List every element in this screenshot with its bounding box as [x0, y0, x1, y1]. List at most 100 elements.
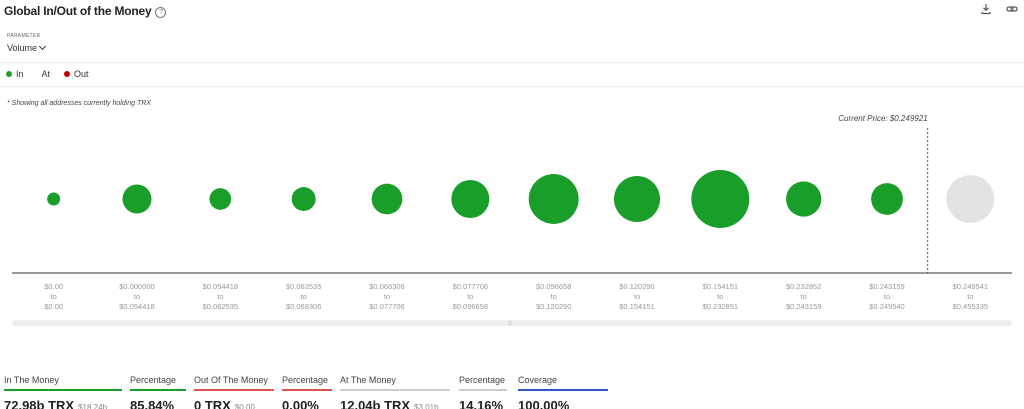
current-price-label: Current Price: $0.249921 [838, 114, 927, 123]
parameter-value: Volume [7, 43, 38, 53]
x-tick-label-to-word: to [217, 292, 223, 301]
x-tick-label-to-word: to [634, 292, 640, 301]
stat-value: 0 TRX $0.00 [194, 398, 274, 409]
stat-label: Percentage [459, 375, 506, 385]
stat-underline [459, 389, 507, 391]
x-tick-label-from: $0.00 [44, 282, 63, 291]
bubble[interactable] [946, 175, 995, 223]
legend-item-in[interactable]: In [6, 69, 24, 79]
x-tick-label-from: $0.054418 [203, 282, 238, 291]
stat-label: In The Money [4, 375, 59, 385]
stat-sub-value: $0.00 [234, 403, 255, 409]
stat-label: Percentage [130, 375, 177, 385]
stat-value: 14.16% [459, 398, 504, 409]
stat-value: 85.84% [130, 398, 175, 409]
x-tick-label-to: $0.120290 [536, 302, 571, 311]
parameter-label: PARAMETER [7, 33, 41, 39]
stat-out-of-the-money: Out Of The Money 0 TRX $0.00 [194, 375, 274, 409]
x-tick-label-to: $0.00 [44, 302, 63, 311]
x-tick-label-to-word: to [717, 292, 723, 301]
title-text: Global In/Out of the Money [4, 4, 152, 18]
legend: In At Out [6, 69, 103, 79]
x-tick-label-from: $0.120290 [619, 282, 654, 291]
parameter-select[interactable]: Volume [7, 42, 47, 53]
stat-label: Percentage [282, 375, 329, 385]
stat-label: Coverage [518, 375, 558, 385]
toolbar [980, 3, 1018, 15]
question-circle-icon[interactable]: ? [155, 7, 167, 18]
stat-underline [4, 389, 122, 391]
x-tick-label-from: $0.000000 [119, 282, 154, 291]
x-tick-label-to: $0.455335 [953, 302, 988, 311]
x-tick-label-to-word: to [467, 292, 473, 301]
legend-label-out: Out [74, 69, 89, 79]
stat-percentage: Percentage 0.00% [282, 375, 332, 409]
x-tick-label-from: $0.068306 [369, 282, 404, 291]
x-tick-label-to: $0.068306 [286, 302, 321, 311]
x-tick-label-from: $0.243159 [869, 282, 904, 291]
stat-underline [194, 389, 274, 391]
x-tick-label-to-word: to [801, 292, 807, 301]
download-icon[interactable] [980, 3, 992, 15]
stat-value: 12.04b TRX $3.01b [340, 398, 450, 409]
bubble[interactable] [786, 181, 822, 217]
bubble[interactable] [691, 170, 750, 228]
legend-label-in: In [16, 69, 24, 79]
stat-underline [130, 389, 186, 391]
stat-label: Out Of The Money [194, 375, 268, 385]
page-title: Global In/Out of the Money? [4, 4, 167, 18]
x-tick-label-to: $0.062535 [203, 302, 238, 311]
stat-underline [282, 389, 332, 391]
bubble[interactable] [209, 188, 232, 210]
x-tick-label-to-word: to [51, 292, 57, 301]
stat-at-the-money: At The Money 12.04b TRX $3.01b [340, 375, 450, 409]
x-tick-label-to-word: to [301, 292, 307, 301]
x-tick-label-to-word: to [967, 292, 973, 301]
scrollbar-grip-icon[interactable]: ⠿ [508, 321, 512, 328]
x-tick-label-to: $0.096658 [453, 302, 488, 311]
bubble[interactable] [613, 175, 661, 223]
bubble-chart: Current Price: $0.249921$0.00to$0.00$0.0… [12, 114, 1012, 328]
x-tick-label-to-word: to [551, 292, 557, 301]
bubble[interactable] [371, 183, 403, 215]
stat-in-the-money: In The Money 72.98b TRX $18.24b [4, 375, 122, 409]
bubble[interactable] [291, 187, 316, 211]
stat-percentage: Percentage 14.16% [459, 375, 507, 409]
divider [0, 62, 1024, 63]
chart-note: * Showing all addresses currently holdin… [7, 100, 151, 107]
stat-underline [518, 389, 608, 391]
stat-value: 72.98b TRX $18.24b [4, 398, 122, 409]
summary-stats: In The Money 72.98b TRX $18.24b Percentage 8… [0, 375, 1024, 409]
x-tick-label-from: $0.249541 [953, 282, 988, 291]
bubble[interactable] [871, 183, 903, 215]
x-tick-label-from: $0.232852 [786, 282, 821, 291]
x-tick-label-to: $0.154151 [619, 302, 654, 311]
x-tick-label-to-word: to [384, 292, 390, 301]
x-tick-label-from: $0.096658 [536, 282, 571, 291]
x-tick-label-to: $0.054418 [119, 302, 154, 311]
legend-item-at[interactable]: At [38, 69, 51, 79]
bubble[interactable] [528, 174, 579, 224]
stat-underline [340, 389, 450, 391]
link-icon[interactable] [1006, 3, 1018, 15]
legend-dot-out [64, 71, 71, 77]
x-tick-label-to: $0.232851 [703, 302, 738, 311]
legend-label-at: At [41, 69, 51, 79]
stat-sub-value: $18.24b [78, 403, 108, 409]
stat-label: At The Money [340, 375, 396, 385]
stat-value: 100.00% [518, 398, 570, 409]
legend-dot-in [6, 71, 12, 77]
bubble[interactable] [451, 179, 490, 219]
x-tick-label-to-word: to [134, 292, 140, 301]
chevron-down-icon [38, 42, 47, 51]
stat-coverage: Coverage 100.00% [518, 375, 608, 409]
x-tick-label-to: $0.077706 [369, 302, 404, 311]
x-tick-label-to: $0.249540 [869, 302, 904, 311]
stat-value: 0.00% [282, 398, 319, 409]
bubble[interactable] [122, 184, 152, 214]
bubble[interactable] [47, 192, 61, 206]
stat-sub-value: $3.01b [414, 403, 439, 409]
x-tick-label-to-word: to [884, 292, 890, 301]
legend-item-out[interactable]: Out [64, 69, 89, 79]
x-tick-label-to: $0.243159 [786, 302, 821, 311]
